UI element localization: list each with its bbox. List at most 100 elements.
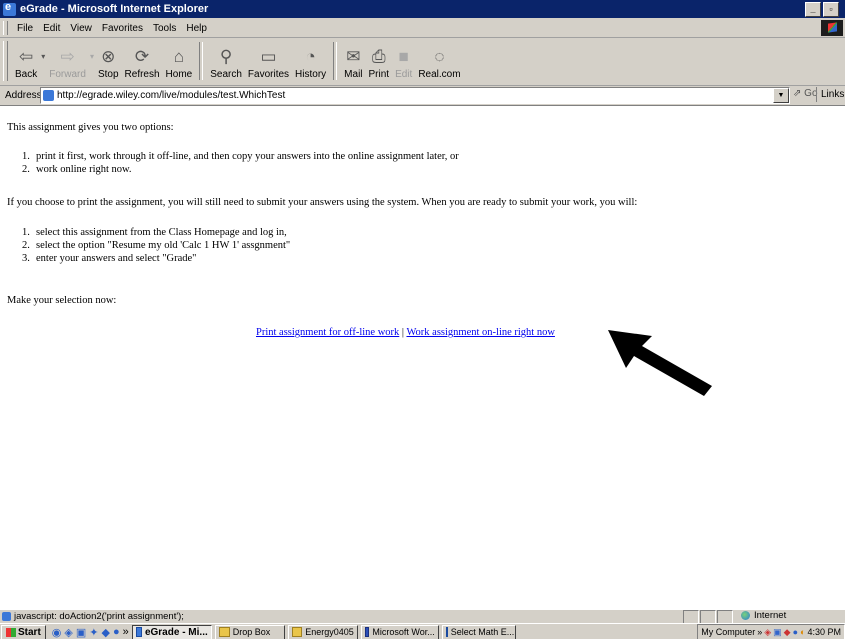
ie-icon — [445, 627, 448, 637]
clock: 4:30 PM — [807, 627, 841, 637]
status-panel — [700, 610, 716, 624]
tray-chevron[interactable]: » — [757, 627, 762, 637]
list-item: 3. enter your answers and select "Grade" — [22, 253, 197, 264]
back-button[interactable]: ⇦ Back — [12, 40, 40, 80]
refresh-icon: ⟳ — [134, 47, 150, 66]
menu-bar: File Edit View Favorites Tools Help — [0, 19, 845, 38]
outlook-quicklaunch-icon[interactable]: ◈ — [64, 626, 72, 639]
selection-prompt: Make your selection now: — [7, 295, 117, 306]
stop-icon: ⊗ — [101, 47, 116, 66]
quicklaunch-chevron[interactable]: » — [123, 626, 129, 639]
desktop-quicklaunch-icon[interactable]: ▣ — [76, 626, 86, 639]
status-text: javascript: doAction2('print assignment'… — [0, 611, 184, 622]
back-arrow-icon: ⇦ — [18, 47, 34, 66]
tray-network-icon[interactable]: ▣ — [773, 627, 782, 638]
player-quicklaunch-icon[interactable]: ● — [113, 626, 120, 639]
ie-icon — [135, 627, 142, 637]
address-input[interactable]: http://egrade.wiley.com/live/modules/tes… — [40, 87, 790, 104]
links-button[interactable]: Links — [816, 87, 844, 102]
print-note-text: If you choose to print the assignment, y… — [7, 197, 638, 208]
task-button-drop-box[interactable]: Drop Box — [214, 624, 285, 639]
favorites-button[interactable]: ▭ Favorites — [245, 40, 292, 80]
menu-view[interactable]: View — [65, 23, 97, 34]
menu-file[interactable]: File — [12, 23, 38, 34]
menu-favorites[interactable]: Favorites — [97, 23, 148, 34]
task-button-select-math[interactable]: Select Math E... — [441, 624, 516, 639]
forward-button[interactable]: ⇨ Forward — [46, 40, 89, 80]
windows-flag-icon — [6, 627, 16, 637]
intro-text: This assignment gives you two options: — [7, 122, 174, 133]
history-button[interactable]: ◔ History — [292, 40, 329, 80]
menu-help[interactable]: Help — [181, 23, 212, 34]
steps-list: 1. select this assignment from the Class … — [22, 226, 290, 265]
realcom-button[interactable]: ◌ Real.com — [415, 40, 463, 80]
address-dropdown-button[interactable]: ▼ — [773, 88, 789, 103]
pointer-arrow-icon — [608, 330, 712, 396]
list-item: 1. select this assignment from the Class … — [22, 227, 287, 238]
tray-volume-icon[interactable]: ◐ — [800, 627, 805, 637]
browser-window: eGrade - Microsoft Internet Explorer _ ▫… — [0, 0, 845, 639]
internet-zone: Internet — [740, 610, 786, 621]
task-button-energy[interactable]: Energy0405 — [287, 624, 358, 639]
realcom-icon: ◌ — [434, 47, 445, 66]
print-assignment-link[interactable]: Print assignment for off-line work — [256, 327, 399, 338]
search-button[interactable]: ⚲ Search — [207, 40, 245, 80]
status-panel — [717, 610, 733, 624]
status-bar: javascript: doAction2('print assignment'… — [0, 609, 845, 624]
scrollbar[interactable] — [834, 106, 845, 608]
print-button[interactable]: ⎙ Print — [366, 40, 393, 80]
task-button-word[interactable]: Microsoft Wor... — [360, 624, 439, 639]
stop-button[interactable]: ⊗ Stop — [95, 40, 122, 80]
window-controls: _ ▫ — [805, 2, 839, 17]
toolbar-separator — [199, 42, 204, 80]
assignment-links: Print assignment for off-line work | Wor… — [256, 327, 555, 338]
list-item: 2. select the option "Resume my old 'Calc… — [22, 240, 291, 251]
minimize-button[interactable]: _ — [805, 2, 821, 17]
tray-shield-icon[interactable]: ◆ — [784, 627, 791, 638]
work-online-link[interactable]: Work assignment on-line right now — [406, 327, 554, 338]
history-icon: ◔ — [305, 47, 316, 66]
tray-app-icon[interactable]: ◈ — [764, 627, 771, 638]
favorites-folder-icon: ▭ — [260, 47, 277, 66]
home-button[interactable]: ⌂ Home — [163, 40, 196, 80]
toolbar-separator — [333, 42, 338, 80]
quick-launch: ◉ ◈ ▣ ✦ ◆ ● » — [52, 626, 129, 639]
status-panel — [683, 610, 699, 624]
refresh-button[interactable]: ⟳ Refresh — [122, 40, 163, 80]
list-item: 1. print it first, work through it off-li… — [22, 151, 459, 162]
home-icon: ⌂ — [173, 47, 185, 66]
menubar-grip — [3, 21, 8, 35]
title-bar: eGrade - Microsoft Internet Explorer _ ▫ — [0, 0, 845, 18]
toolbar-grip — [3, 41, 8, 81]
tray-media-icon[interactable]: ● — [793, 627, 798, 637]
menu-edit[interactable]: Edit — [38, 23, 65, 34]
list-item: 2. work online right now. — [22, 164, 132, 175]
my-computer-toolbar[interactable]: My Computer — [701, 627, 755, 637]
folder-icon — [218, 627, 230, 637]
page-content: This assignment gives you two options: 1… — [0, 105, 845, 610]
ie-quicklaunch-icon[interactable]: ◉ — [52, 626, 62, 639]
link-separator: | — [401, 327, 405, 338]
system-tray: My Computer » ◈ ▣ ◆ ● ◐ 4:30 PM — [697, 624, 845, 639]
mail-icon: ✉ — [346, 47, 361, 66]
maximize-button[interactable]: ▫ — [823, 2, 839, 17]
address-url: http://egrade.wiley.com/live/modules/tes… — [57, 90, 286, 101]
folder-icon — [291, 627, 303, 637]
address-label: Address — [5, 89, 42, 101]
app-quicklaunch-icon[interactable]: ✦ — [89, 626, 98, 639]
task-button-egrade[interactable]: eGrade - Mi... — [131, 624, 212, 639]
address-bar: Address http://egrade.wiley.com/live/mod… — [0, 86, 845, 104]
standard-toolbar: ⇦ Back ▾ ⇨ Forward ▾ ⊗ Stop ⟳ Refresh ⌂ … — [0, 38, 845, 86]
mail-button[interactable]: ✉ Mail — [341, 40, 365, 80]
edit-icon: ■ — [398, 47, 409, 66]
word-icon — [364, 627, 370, 637]
go-button[interactable]: ⇗ Go — [793, 88, 818, 99]
start-button[interactable]: Start — [1, 624, 46, 639]
edit-button[interactable]: ■ Edit — [392, 40, 415, 80]
ie-icon — [3, 1, 16, 16]
media-quicklaunch-icon[interactable]: ◆ — [102, 626, 110, 639]
taskbar: Start ◉ ◈ ▣ ✦ ◆ ● » eGrade - Mi... Drop … — [0, 623, 845, 639]
menu-tools[interactable]: Tools — [148, 23, 181, 34]
page-icon — [43, 90, 54, 101]
search-icon: ⚲ — [219, 47, 233, 66]
